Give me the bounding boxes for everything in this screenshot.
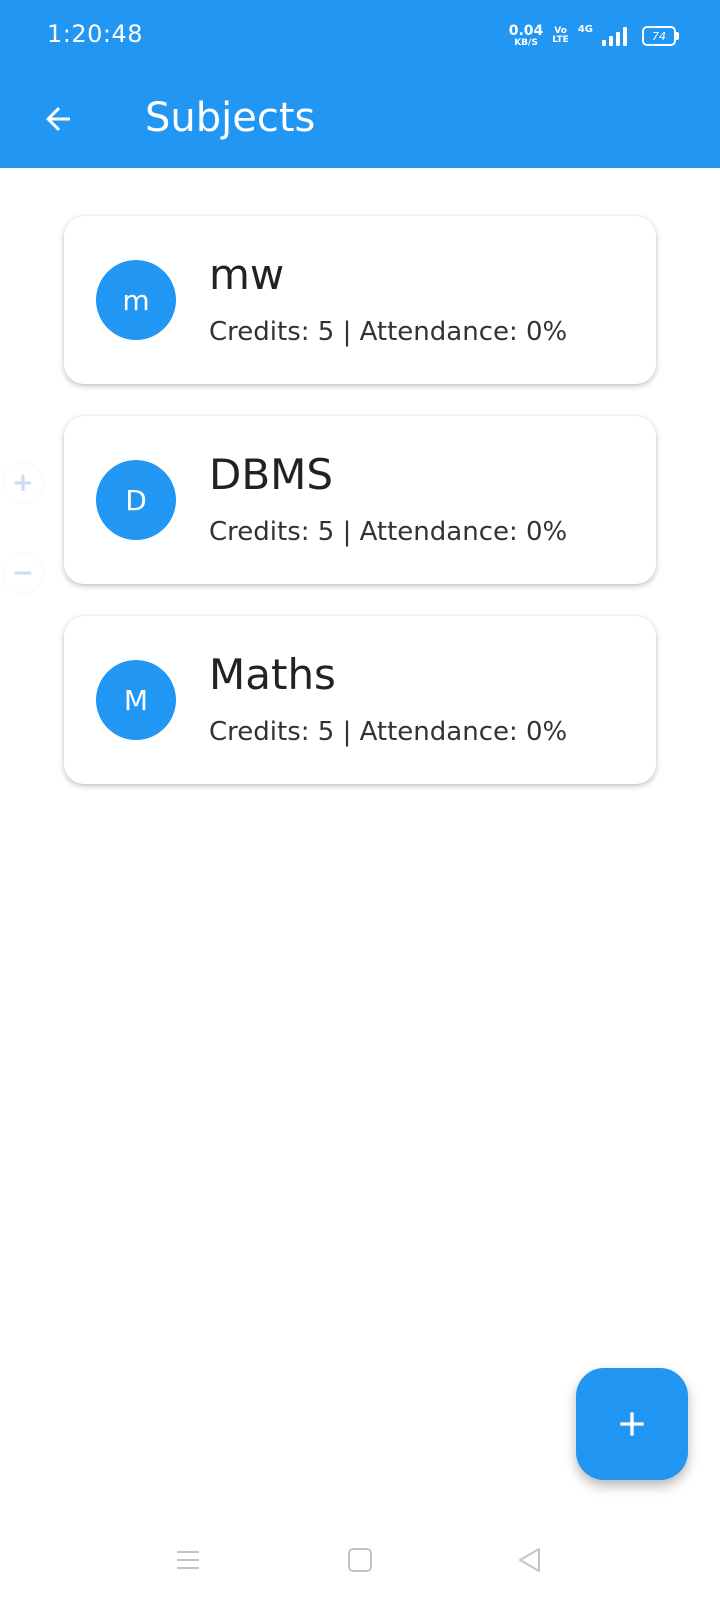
network-type-label: 4G bbox=[577, 24, 593, 35]
subject-name: DBMS bbox=[209, 450, 334, 499]
home-square-icon bbox=[348, 1548, 372, 1572]
subject-meta: Credits: 5 | Attendance: 0% bbox=[209, 317, 568, 347]
status-bar: 1:20:48 0.04 KB/S Vo LTE 4G 74 bbox=[0, 0, 720, 70]
subject-list: m mw Credits: 5 | Attendance: 0% D DBMS … bbox=[64, 216, 656, 816]
status-icons: 0.04 KB/S Vo LTE 4G 74 bbox=[509, 22, 679, 50]
plus-icon bbox=[620, 1412, 644, 1436]
back-button[interactable] bbox=[30, 91, 86, 147]
signal-icon bbox=[602, 26, 627, 46]
subject-name: mw bbox=[209, 250, 285, 299]
nav-back-button[interactable] bbox=[510, 1540, 550, 1580]
subject-card[interactable]: D DBMS Credits: 5 | Attendance: 0% bbox=[64, 416, 656, 584]
subject-avatar: m bbox=[96, 260, 176, 340]
app-bar: Subjects bbox=[0, 70, 720, 168]
subject-name: Maths bbox=[209, 650, 336, 699]
subject-meta: Credits: 5 | Attendance: 0% bbox=[209, 517, 568, 547]
add-subject-button[interactable] bbox=[576, 1368, 688, 1480]
battery-level: 74 bbox=[652, 29, 666, 43]
subject-avatar: M bbox=[96, 660, 176, 740]
subject-card[interactable]: m mw Credits: 5 | Attendance: 0% bbox=[64, 216, 656, 384]
status-time: 1:20:48 bbox=[47, 20, 144, 48]
zoom-in-button[interactable]: + bbox=[4, 464, 42, 502]
page-title: Subjects bbox=[145, 95, 316, 141]
zoom-in-label: + bbox=[12, 468, 34, 498]
network-speed: 0.04 KB/S bbox=[509, 24, 544, 48]
arrow-left-icon bbox=[46, 107, 70, 131]
system-nav-bar bbox=[0, 1520, 720, 1600]
subject-initial: M bbox=[123, 683, 149, 717]
menu-icon bbox=[177, 1551, 199, 1569]
subject-initial: D bbox=[125, 483, 147, 517]
volte-icon: Vo LTE bbox=[552, 26, 569, 46]
volte-bottom-label: LTE bbox=[552, 35, 569, 45]
network-speed-value: 0.04 bbox=[508, 23, 544, 39]
recent-apps-button[interactable] bbox=[168, 1540, 208, 1580]
network-speed-unit: KB/S bbox=[514, 38, 538, 48]
zoom-out-label: − bbox=[12, 558, 34, 588]
back-triangle-icon bbox=[519, 1548, 540, 1572]
battery-icon: 74 bbox=[642, 26, 679, 46]
subject-card[interactable]: M Maths Credits: 5 | Attendance: 0% bbox=[64, 616, 656, 784]
subject-meta: Credits: 5 | Attendance: 0% bbox=[209, 717, 568, 747]
subject-initial: m bbox=[122, 283, 150, 317]
home-button[interactable] bbox=[340, 1540, 380, 1580]
zoom-out-button[interactable]: − bbox=[4, 554, 42, 592]
subject-avatar: D bbox=[96, 460, 176, 540]
